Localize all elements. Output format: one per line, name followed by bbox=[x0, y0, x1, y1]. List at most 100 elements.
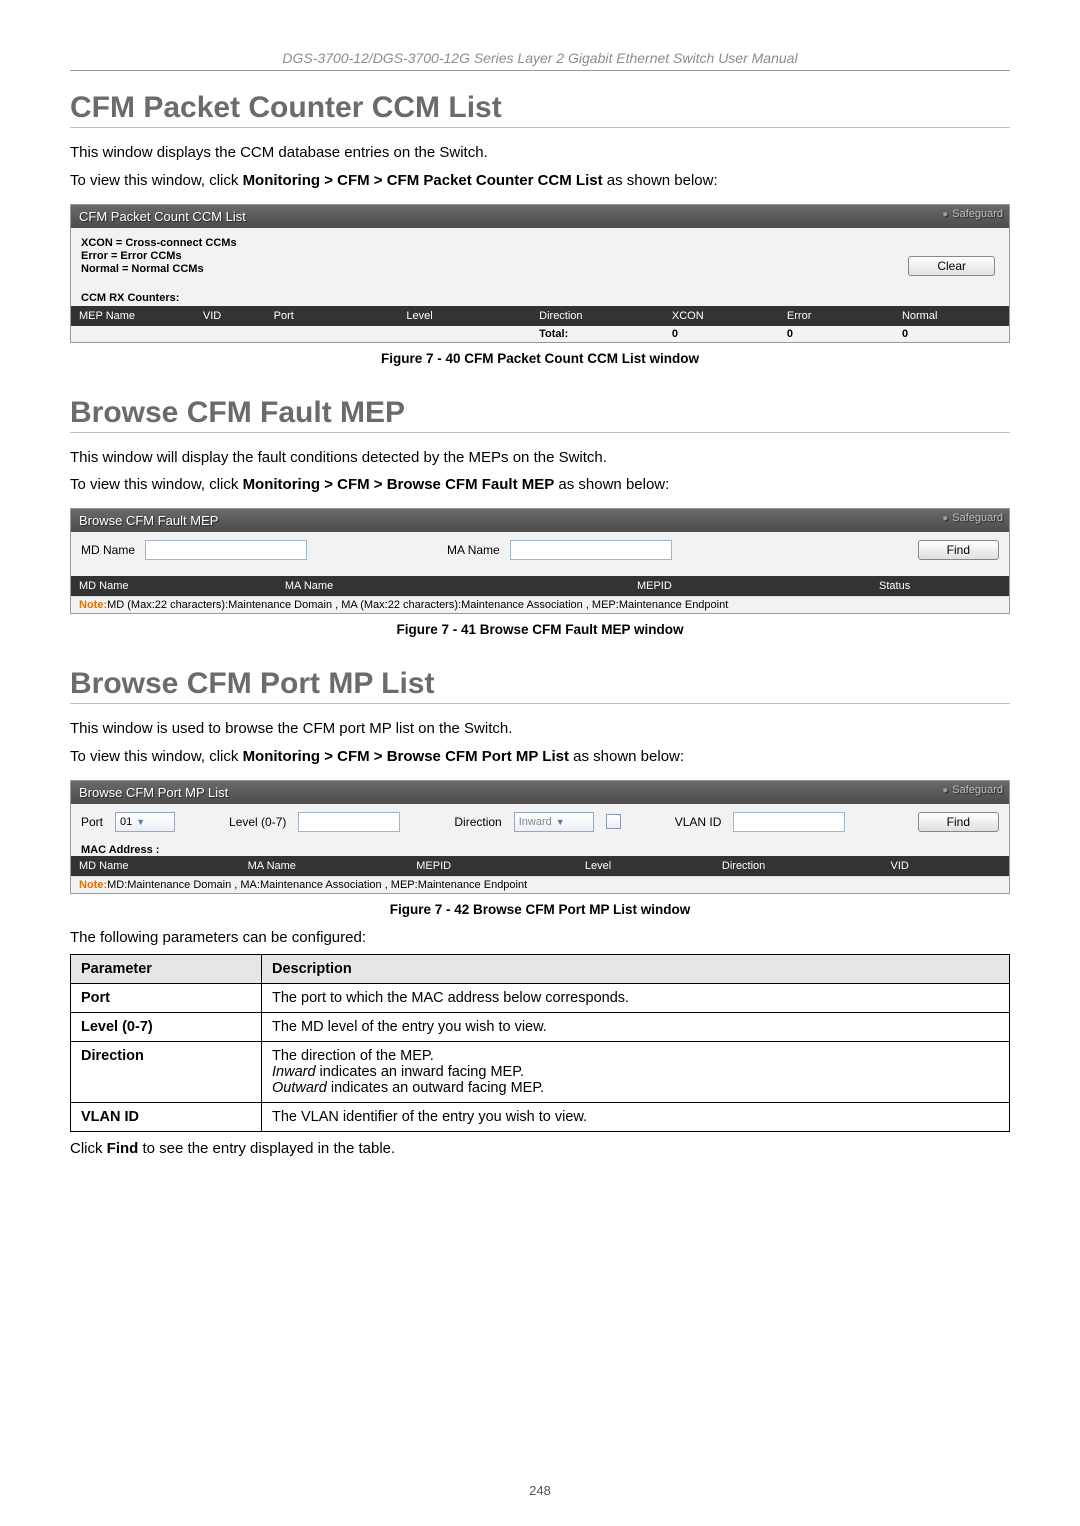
s2-intro2-prefix: To view this window, click bbox=[70, 476, 243, 493]
closing-bold: Find bbox=[107, 1140, 139, 1157]
closing-suffix: to see the entry displayed in the table. bbox=[138, 1140, 395, 1157]
manual-header: DGS-3700-12/DGS-3700-12G Series Layer 2 … bbox=[70, 50, 1010, 71]
safeguard-badge: Safeguard bbox=[942, 208, 1003, 220]
port-select[interactable]: 01 ▼ bbox=[115, 812, 175, 832]
legend-normal: Normal = Normal CCMs bbox=[81, 263, 884, 275]
fault-note: Note:MD (Max:22 characters):Maintenance … bbox=[71, 596, 1009, 613]
direction-checkbox[interactable] bbox=[606, 814, 621, 829]
direction-select[interactable]: Inward ▼ bbox=[514, 812, 594, 832]
vlan-input[interactable] bbox=[733, 812, 845, 832]
closing-prefix: Click bbox=[70, 1140, 107, 1157]
fig-caption-3: Figure 7 - 42 Browse CFM Port MP List wi… bbox=[70, 902, 1010, 917]
heading-fault-mep: Browse CFM Fault MEP bbox=[70, 396, 1010, 433]
safeguard-badge-3: Safeguard bbox=[942, 784, 1003, 796]
col-md: MD Name bbox=[71, 578, 277, 594]
ccm-table-header: MEP Name VID Port Level Direction XCON E… bbox=[71, 306, 1009, 326]
s2-intro2: To view this window, click Monitoring > … bbox=[70, 474, 1010, 496]
ccm-total-row: Total: 0 0 0 bbox=[71, 326, 1009, 342]
heading-ccm-list: CFM Packet Counter CCM List bbox=[70, 91, 1010, 128]
table-row: Direction The direction of the MEP.Inwar… bbox=[71, 1042, 1010, 1103]
s1-intro2-prefix: To view this window, click bbox=[70, 172, 243, 189]
desc-vlan: The VLAN identifier of the entry you wis… bbox=[262, 1103, 1010, 1132]
s1-intro2: To view this window, click Monitoring > … bbox=[70, 170, 1010, 192]
fault-table-header: MD Name MA Name MEPID Status bbox=[71, 576, 1009, 596]
ma-name-label: MA Name bbox=[447, 543, 500, 557]
s1-intro1: This window displays the CCM database en… bbox=[70, 142, 1010, 164]
total-xcon: 0 bbox=[664, 326, 779, 342]
param-vlan: VLAN ID bbox=[71, 1103, 262, 1132]
panel-title-text-2: Browse CFM Fault MEP bbox=[79, 513, 218, 528]
panel-fault-mep: Browse CFM Fault MEP Safeguard MD Name M… bbox=[70, 508, 1010, 614]
portmp-filter-row: Port 01 ▼ Level (0-7) Direction Inward ▼… bbox=[71, 804, 1009, 840]
desc-direction: The direction of the MEP.Inward indicate… bbox=[262, 1042, 1010, 1103]
direction-label: Direction bbox=[454, 815, 501, 829]
param-direction: Direction bbox=[71, 1042, 262, 1103]
level-label: Level (0-7) bbox=[229, 815, 286, 829]
s3-intro2-bold: Monitoring > CFM > Browse CFM Port MP Li… bbox=[243, 748, 569, 765]
s3-intro2-prefix: To view this window, click bbox=[70, 748, 243, 765]
col-level-3: Level bbox=[577, 858, 714, 874]
find-button-portmp[interactable]: Find bbox=[918, 812, 999, 832]
desc-port: The port to which the MAC address below … bbox=[262, 984, 1010, 1013]
s3-intro2-suffix: as shown below: bbox=[569, 748, 684, 765]
table-row: Port The port to which the MAC address b… bbox=[71, 984, 1010, 1013]
col-mepid-3: MEPID bbox=[408, 858, 577, 874]
page-number: 248 bbox=[0, 1483, 1080, 1498]
portmp-table-header: MD Name MA Name MEPID Level Direction VI… bbox=[71, 856, 1009, 876]
total-label: Total: bbox=[531, 326, 664, 342]
col-mepname: MEP Name bbox=[71, 308, 195, 324]
col-ma-3: MA Name bbox=[240, 858, 409, 874]
safeguard-badge-2: Safeguard bbox=[942, 512, 1003, 524]
fig-caption-2: Figure 7 - 41 Browse CFM Fault MEP windo… bbox=[70, 622, 1010, 637]
col-direction-3: Direction bbox=[714, 858, 883, 874]
panel-title-text: CFM Packet Count CCM List bbox=[79, 209, 246, 224]
th-description: Description bbox=[262, 955, 1010, 984]
col-vid-3: VID bbox=[883, 858, 1009, 874]
md-name-label: MD Name bbox=[81, 543, 135, 557]
col-ma: MA Name bbox=[277, 578, 529, 594]
s2-intro1: This window will display the fault condi… bbox=[70, 447, 1010, 469]
note-text-2: MD (Max:22 characters):Maintenance Domai… bbox=[107, 599, 728, 611]
legend-xcon: XCON = Cross-connect CCMs bbox=[81, 237, 884, 249]
find-button-fault[interactable]: Find bbox=[918, 540, 999, 560]
note-prefix-3: Note: bbox=[79, 879, 107, 891]
col-status: Status bbox=[780, 578, 1009, 594]
clear-button[interactable]: Clear bbox=[908, 256, 995, 276]
chevron-down-icon: ▼ bbox=[556, 817, 565, 827]
col-md-3: MD Name bbox=[71, 858, 240, 874]
col-level: Level bbox=[398, 308, 531, 324]
panel-title-fault: Browse CFM Fault MEP Safeguard bbox=[71, 509, 1009, 532]
col-mepid: MEPID bbox=[529, 578, 781, 594]
note-prefix-2: Note: bbox=[79, 599, 107, 611]
table-row: Level (0-7) The MD level of the entry yo… bbox=[71, 1013, 1010, 1042]
port-label: Port bbox=[81, 815, 103, 829]
mac-address-label: MAC Address : bbox=[71, 840, 1009, 856]
table-row: VLAN ID The VLAN identifier of the entry… bbox=[71, 1103, 1010, 1132]
fig-caption-1: Figure 7 - 40 CFM Packet Count CCM List … bbox=[70, 351, 1010, 366]
parameter-table: Parameter Description Port The port to w… bbox=[70, 954, 1010, 1132]
panel-title-text-3: Browse CFM Port MP List bbox=[79, 785, 228, 800]
vlan-label: VLAN ID bbox=[675, 815, 722, 829]
s1-intro2-bold: Monitoring > CFM > CFM Packet Counter CC… bbox=[243, 172, 603, 189]
col-port: Port bbox=[266, 308, 399, 324]
closing-text: Click Find to see the entry displayed in… bbox=[70, 1138, 1010, 1160]
s3-intro1: This window is used to browse the CFM po… bbox=[70, 718, 1010, 740]
th-parameter: Parameter bbox=[71, 955, 262, 984]
col-xcon: XCON bbox=[664, 308, 779, 324]
total-error: 0 bbox=[779, 326, 894, 342]
panel-title-portmp: Browse CFM Port MP List Safeguard bbox=[71, 781, 1009, 804]
panel-ccm-list: CFM Packet Count CCM List Safeguard XCON… bbox=[70, 204, 1010, 343]
s2-intro2-suffix: as shown below: bbox=[554, 476, 669, 493]
md-name-input[interactable] bbox=[145, 540, 307, 560]
ma-name-input[interactable] bbox=[510, 540, 672, 560]
note-text-3: MD:Maintenance Domain , MA:Maintenance A… bbox=[107, 879, 527, 891]
param-level: Level (0-7) bbox=[71, 1013, 262, 1042]
param-port: Port bbox=[71, 984, 262, 1013]
panel-title-ccm: CFM Packet Count CCM List Safeguard bbox=[71, 205, 1009, 228]
port-value: 01 bbox=[120, 816, 132, 828]
ccm-rx-label: CCM RX Counters: bbox=[71, 284, 1009, 306]
direction-value: Inward bbox=[519, 816, 552, 828]
col-direction: Direction bbox=[531, 308, 664, 324]
level-input[interactable] bbox=[298, 812, 400, 832]
chevron-down-icon: ▼ bbox=[136, 817, 145, 827]
